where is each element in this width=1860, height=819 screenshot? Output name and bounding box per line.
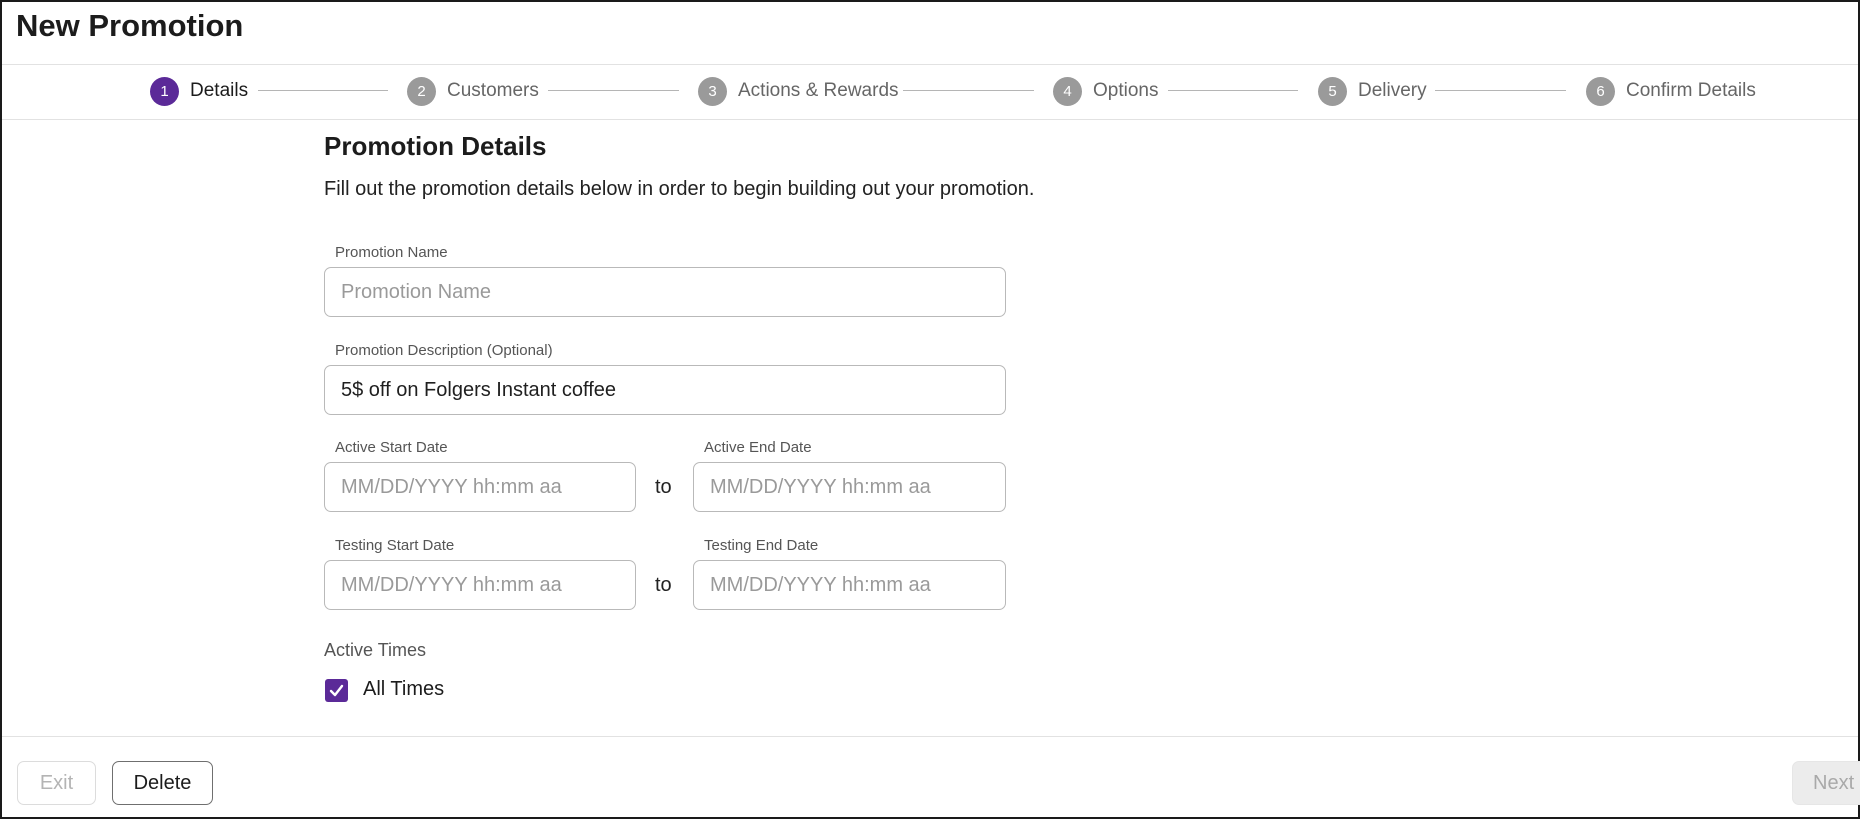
step-number: 3 [698,76,727,106]
promotion-description-label: Promotion Description (Optional) [335,342,553,359]
step-actions-rewards[interactable]: 3 Actions & Rewards [698,76,899,106]
active-times-label: Active Times [324,640,427,660]
step-number: 1 [150,76,179,106]
active-end-date-input[interactable] [693,462,1006,512]
delete-button[interactable]: Delete [112,761,213,805]
active-end-date-label: Active End Date [704,439,812,456]
exit-button[interactable]: Exit [17,761,96,805]
step-label: Delivery [1358,80,1427,101]
testing-end-date-label: Testing End Date [704,537,819,554]
step-delivery[interactable]: 5 Delivery [1318,76,1427,106]
active-start-date-input[interactable] [324,462,636,512]
active-start-date-label: Active Start Date [335,439,448,456]
header-divider [2,64,1858,65]
step-label: Customers [447,80,539,101]
step-number: 4 [1053,76,1082,106]
testing-end-date-input[interactable] [693,560,1006,610]
step-label: Details [190,80,249,101]
step-connector [548,90,679,91]
testing-start-date-label: Testing Start Date [335,537,455,554]
step-number: 2 [407,76,436,106]
step-details[interactable]: 1 Details [150,76,248,106]
all-times-label[interactable]: All Times [363,678,444,701]
step-number: 6 [1586,76,1615,106]
page-title: New Promotion [16,8,244,43]
checkmark-icon [329,684,344,697]
step-label: Confirm Details [1626,80,1756,101]
promotion-description-input[interactable] [324,365,1006,415]
all-times-checkbox[interactable] [325,679,348,702]
app-window: New Promotion 1 Details 2 Customers 3 Ac… [0,0,1860,819]
step-label: Options [1093,80,1159,101]
section-title: Promotion Details [324,131,547,161]
step-label: Actions & Rewards [738,80,899,101]
section-description: Fill out the promotion details below in … [324,178,1035,200]
footer-divider [2,736,1858,737]
step-connector [1435,90,1566,91]
step-connector [1168,90,1298,91]
step-number: 5 [1318,76,1347,106]
stepper-divider [2,119,1858,120]
step-options[interactable]: 4 Options [1053,76,1158,106]
testing-start-date-input[interactable] [324,560,636,610]
step-confirm-details[interactable]: 6 Confirm Details [1586,76,1756,106]
promotion-name-input[interactable] [324,267,1006,317]
step-customers[interactable]: 2 Customers [407,76,539,106]
next-button[interactable]: Next [1792,761,1860,805]
step-connector [258,90,388,91]
step-connector [903,90,1034,91]
date-range-separator: to [655,574,672,596]
date-range-separator: to [655,476,672,498]
promotion-name-label: Promotion Name [335,244,448,261]
